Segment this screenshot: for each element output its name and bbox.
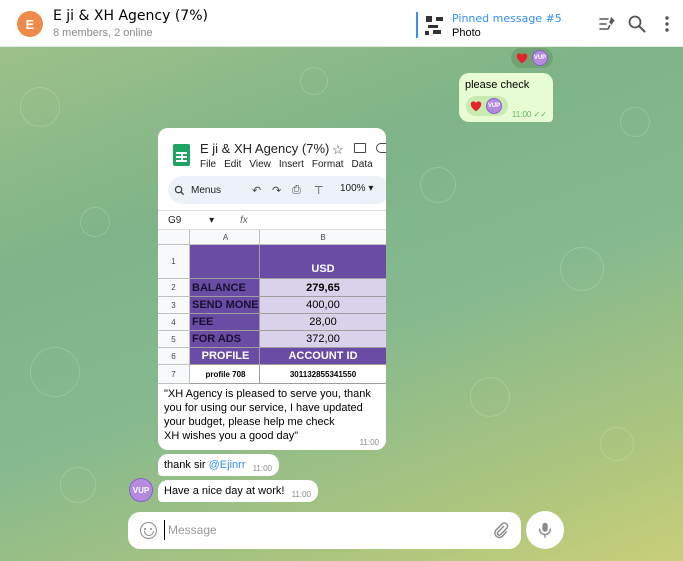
incoming-message[interactable]: thank sir @Ejinrr 11:00: [158, 454, 279, 476]
fx-icon: fx: [240, 215, 248, 226]
reaction-avatar: VUP: [532, 50, 548, 66]
cloud-icon: [376, 143, 386, 153]
pinned-message-bar[interactable]: Pinned message #5 Photo: [416, 12, 562, 39]
menus-search: Menus: [174, 181, 221, 199]
chat-header: E E ji & XH Agency (7%) 8 members, 2 onl…: [0, 0, 683, 47]
print-icon: ⎙: [292, 184, 301, 196]
sheet-menubar: File Edit View Insert Format Data: [200, 159, 373, 170]
table-row: 6 PROFILE ACCOUNT ID: [158, 348, 386, 365]
google-sheets-logo: [173, 144, 190, 166]
heart-icon: [516, 53, 528, 64]
photo-caption: "XH Agency is pleased to serve you, than…: [164, 388, 371, 442]
attach-icon[interactable]: [491, 521, 509, 539]
table-row: 1 USD: [158, 245, 386, 279]
paint-format-icon: ⊤: [314, 185, 324, 197]
menu-format: Format: [311, 159, 344, 170]
table-row: 4 FEE 28,00: [158, 314, 386, 331]
message-reactions[interactable]: VUP: [466, 96, 508, 116]
outgoing-message[interactable]: please check VUP 11:00 ✓✓: [459, 73, 553, 122]
message-time: 11:00: [291, 490, 311, 499]
sender-avatar[interactable]: VUP: [129, 478, 153, 502]
message-time: 11:00: [359, 438, 379, 447]
read-check-icon: ✓✓: [533, 110, 547, 119]
folder-icon: [354, 143, 366, 153]
pinned-title: Pinned message #5: [452, 12, 562, 25]
menu-data: Data: [351, 159, 373, 170]
table-row: 5 FOR ADS 372,00: [158, 331, 386, 348]
message-composer: [128, 512, 521, 549]
telegram-app: E E ji & XH Agency (7%) 8 members, 2 onl…: [0, 0, 683, 561]
voice-record-button[interactable]: [526, 511, 564, 549]
star-icon: ☆: [332, 142, 344, 157]
formula-bar: G9 ▾ fx: [158, 210, 386, 230]
pinned-thumbnail: [424, 14, 446, 36]
message-text: Have a nice day at work!: [164, 485, 285, 497]
message-reactions[interactable]: VUP: [511, 48, 553, 68]
doc-title: E ji & XH Agency (7%): [200, 141, 330, 156]
menu-view: View: [249, 159, 271, 170]
incoming-message[interactable]: Have a nice day at work! 11:00: [158, 480, 318, 502]
heart-icon: [470, 101, 482, 112]
more-options-icon[interactable]: [657, 14, 677, 34]
sheet-toolbar: Menus ↶ ↷ ⎙ ⊤ 100% ▾: [168, 176, 386, 204]
message-input[interactable]: [164, 520, 484, 540]
mention-link[interactable]: @Ejinrr: [209, 459, 246, 471]
menu-file: File: [200, 159, 217, 170]
redo-icon: ↷: [272, 185, 282, 197]
message-time: 11:00 ✓✓: [511, 110, 547, 119]
photo-message[interactable]: E ji & XH Agency (7%) ☆ File Edit View I…: [158, 128, 386, 450]
pinned-preview: Photo: [452, 27, 481, 39]
chat-member-count: 8 members, 2 online: [53, 27, 153, 39]
emoji-icon[interactable]: [140, 522, 157, 539]
microphone-icon: [538, 522, 552, 538]
message-time: 11:00: [252, 464, 272, 473]
menu-edit: Edit: [224, 159, 242, 170]
group-avatar[interactable]: E: [17, 11, 43, 37]
zoom-level: 100% ▾: [340, 183, 374, 194]
menu-insert: Insert: [278, 159, 304, 170]
table-row: 2 BALANCE 279,65: [158, 279, 386, 297]
cell-reference: G9 ▾: [168, 215, 215, 226]
message-text: please check: [465, 79, 530, 91]
reaction-avatar: VUP: [486, 98, 502, 114]
table-row: 7 profile 708 301132855341550: [158, 365, 386, 384]
search-icon: [174, 185, 185, 195]
spreadsheet-screenshot[interactable]: E ji & XH Agency (7%) ☆ File Edit View I…: [158, 128, 386, 384]
chat-title[interactable]: E ji & XH Agency (7%): [53, 8, 208, 24]
undo-icon: ↶: [252, 185, 262, 197]
column-header-row: A B: [158, 230, 386, 245]
table-row: 3 SEND MONEY 400,00: [158, 297, 386, 314]
search-icon[interactable]: [627, 14, 647, 34]
unpin-list-icon[interactable]: [597, 14, 617, 34]
message-text: thank sir @Ejinrr: [164, 459, 246, 471]
